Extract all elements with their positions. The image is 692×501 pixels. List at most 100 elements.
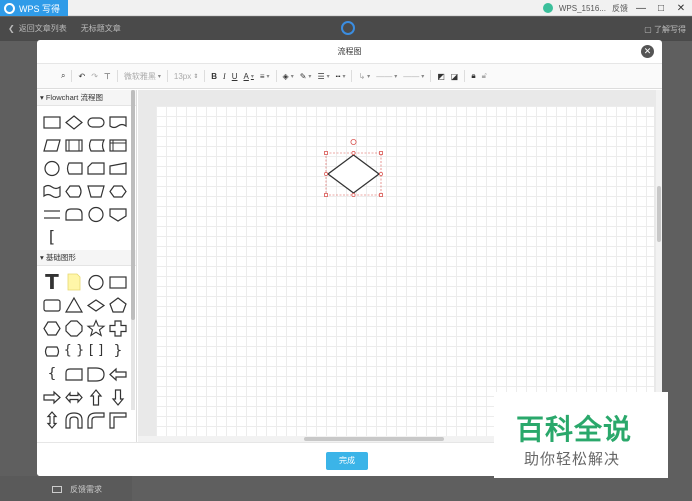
diamond-shape[interactable]	[85, 293, 107, 316]
resize-handle[interactable]	[379, 151, 383, 155]
connection-point[interactable]	[324, 172, 328, 176]
format-painter-icon[interactable]: ⊤	[104, 72, 111, 81]
line-end-button[interactable]: —— ▾	[403, 72, 424, 81]
predefined-process-shape[interactable]	[63, 133, 85, 156]
app-badge[interactable]: WPS 写得	[0, 0, 68, 16]
section-header-basic-shapes[interactable]: ▾ 基础图形	[37, 250, 136, 266]
preparation-shape[interactable]	[107, 179, 129, 202]
italic-button[interactable]: I	[223, 72, 226, 81]
d-shape[interactable]	[85, 362, 107, 385]
redo-icon[interactable]: ↷	[91, 72, 98, 81]
done-button[interactable]: 完成	[326, 452, 368, 470]
grid-sheet[interactable]	[156, 106, 654, 436]
dialog-close-button[interactable]: ✕	[641, 45, 654, 58]
unlock-icon[interactable]: 🔓︎	[482, 71, 487, 81]
bold-button[interactable]: B	[211, 72, 217, 81]
arch-shape[interactable]	[63, 408, 85, 431]
search-icon[interactable]: ⌕	[61, 71, 65, 81]
cloud-shape[interactable]	[41, 339, 63, 362]
cross-shape[interactable]	[107, 316, 129, 339]
avatar[interactable]	[542, 3, 553, 13]
round-rect-shape[interactable]	[63, 362, 85, 385]
half-arch-shape[interactable]	[85, 408, 107, 431]
canvas-vscroll-thumb[interactable]	[657, 186, 661, 242]
connector-circle-shape[interactable]	[41, 156, 63, 179]
document-shape[interactable]	[107, 110, 129, 133]
parallel-mode-shape[interactable]	[41, 202, 63, 225]
text-shape[interactable]: T	[41, 270, 63, 293]
connector-button[interactable]: ↳ ▾	[358, 72, 370, 81]
line-weight-button[interactable]: ☰ ▾	[317, 72, 329, 81]
right-brace-shape[interactable]: }	[107, 339, 129, 362]
font-color-button[interactable]: A ▾	[244, 72, 254, 81]
font-family-select[interactable]: 微软雅黑 ▾	[124, 71, 161, 82]
internal-storage-shape[interactable]	[107, 133, 129, 156]
note-shape[interactable]	[63, 270, 85, 293]
up-down-arrow-shape[interactable]	[41, 408, 63, 431]
drawing-canvas-area[interactable]	[138, 90, 662, 442]
database-shape[interactable]	[63, 156, 85, 179]
user-name[interactable]: WPS_1516...	[559, 4, 606, 13]
loop-limit-shape[interactable]	[63, 202, 85, 225]
down-arrow-shape[interactable]	[107, 385, 129, 408]
rounded-rectangle-shape[interactable]	[41, 293, 63, 316]
left-arrow-shape[interactable]	[107, 362, 129, 385]
selected-decision-shape[interactable]	[324, 139, 383, 197]
pentagon-shape[interactable]	[107, 293, 129, 316]
resize-handle[interactable]	[324, 193, 328, 197]
resize-handle[interactable]	[379, 193, 383, 197]
help-link[interactable]: ▢ 了解写得	[644, 24, 686, 35]
corner-shape[interactable]	[107, 408, 129, 431]
stored-data-shape[interactable]	[85, 133, 107, 156]
font-size-stepper[interactable]: 13px ⇕	[174, 72, 198, 81]
connection-point[interactable]	[379, 172, 383, 176]
data-shape[interactable]	[41, 133, 63, 156]
left-right-arrow-shape[interactable]	[63, 385, 85, 408]
octagon-shape[interactable]	[63, 316, 85, 339]
send-back-icon[interactable]: ◪	[451, 72, 459, 81]
line-style-button[interactable]: ┅ ▾	[336, 72, 346, 81]
process-shape[interactable]	[41, 110, 63, 133]
terminator-shape[interactable]	[85, 110, 107, 133]
triangle-shape[interactable]	[63, 293, 85, 316]
brace-pair-shape[interactable]: { }	[63, 339, 85, 362]
back-to-list-button[interactable]: ❮ 返回文章列表 无标题文章	[8, 23, 121, 34]
minimize-button[interactable]: —	[634, 3, 648, 14]
star-shape[interactable]	[85, 316, 107, 339]
line-color-button[interactable]: ✎ ▾	[300, 72, 312, 81]
canvas-hscroll-thumb[interactable]	[304, 437, 444, 441]
lock-icon[interactable]: 🔒︎	[471, 71, 475, 81]
undo-icon[interactable]: ↶	[78, 72, 85, 81]
section-header-flowchart[interactable]: ▾ Flowchart 流程图	[37, 90, 136, 106]
off-page-reference-shape[interactable]	[107, 202, 129, 225]
up-arrow-shape[interactable]	[85, 385, 107, 408]
manual-operation-shape[interactable]	[85, 179, 107, 202]
panel-scroll-thumb[interactable]	[131, 90, 135, 320]
ellipse-shape[interactable]	[85, 270, 107, 293]
maximize-button[interactable]: □	[654, 3, 668, 14]
rotate-handle[interactable]	[350, 139, 357, 146]
display-shape[interactable]	[63, 179, 85, 202]
manual-input-shape[interactable]	[107, 156, 129, 179]
feedback-request-button[interactable]: 反馈需求	[52, 484, 102, 495]
fill-color-button[interactable]: ◈ ▾	[283, 72, 294, 81]
line-start-button[interactable]: —— ▾	[376, 72, 397, 81]
decision-shape[interactable]	[63, 110, 85, 133]
canvas-vertical-scrollbar[interactable]	[656, 90, 662, 442]
feedback-link[interactable]: 反馈	[612, 3, 628, 14]
tape-shape[interactable]	[41, 179, 63, 202]
connection-point[interactable]	[351, 193, 356, 197]
panel-scrollbar[interactable]	[131, 90, 135, 410]
align-button[interactable]: ≡ ▾	[260, 72, 270, 81]
bring-front-icon[interactable]: ◩	[437, 72, 445, 81]
hexagon-shape[interactable]	[41, 316, 63, 339]
on-page-reference-shape[interactable]	[85, 202, 107, 225]
underline-button[interactable]: U	[232, 72, 238, 81]
connection-point[interactable]	[351, 151, 356, 155]
resize-handle[interactable]	[324, 151, 328, 155]
annotation-shape[interactable]: [	[41, 225, 63, 248]
right-arrow-shape[interactable]	[41, 385, 63, 408]
left-brace-shape[interactable]: {	[41, 362, 63, 385]
window-close-button[interactable]: ✕	[674, 3, 688, 14]
card-shape[interactable]	[85, 156, 107, 179]
